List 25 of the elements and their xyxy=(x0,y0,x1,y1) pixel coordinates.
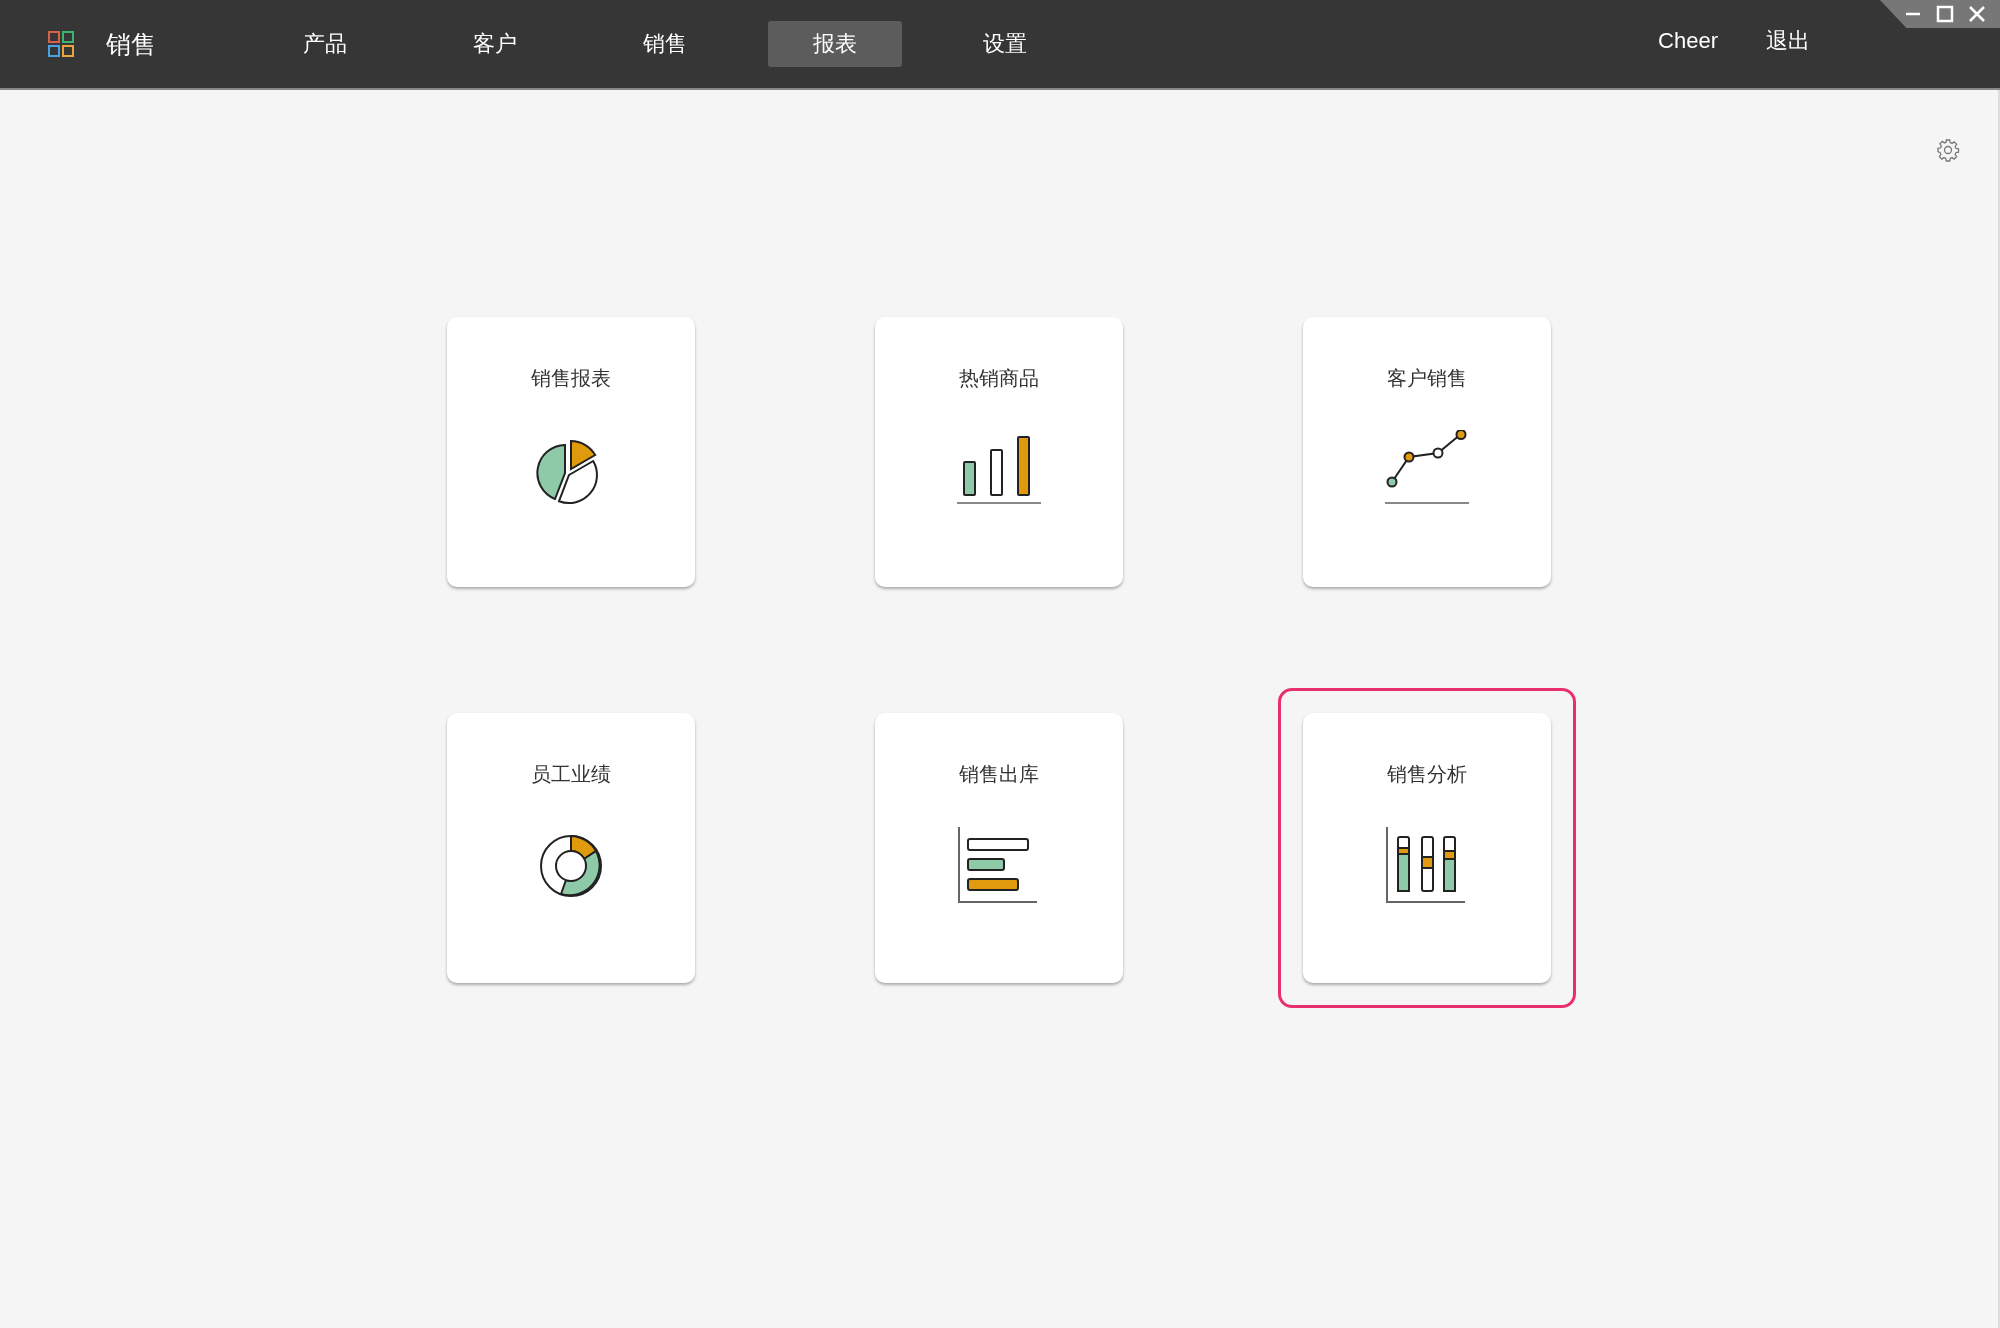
report-card[interactable]: 员工业绩 xyxy=(447,713,695,983)
grid-logo-icon xyxy=(48,31,74,57)
nav-tab[interactable]: 报表 xyxy=(768,21,902,67)
card-title: 销售分析 xyxy=(1387,761,1467,788)
report-card[interactable]: 销售分析 xyxy=(1303,713,1551,983)
close-icon[interactable] xyxy=(1968,5,1986,23)
card-title: 销售出库 xyxy=(959,761,1039,788)
nav-tab[interactable]: 客户 xyxy=(428,21,562,67)
report-card[interactable]: 销售报表 xyxy=(447,317,695,587)
settings-icon[interactable] xyxy=(1936,138,1960,162)
maximize-icon[interactable] xyxy=(1936,5,1954,23)
report-card[interactable]: 销售出库 xyxy=(875,713,1123,983)
report-card[interactable]: 热销商品 xyxy=(875,317,1123,587)
app-title: 销售 xyxy=(106,28,156,61)
card-title: 销售报表 xyxy=(531,365,611,392)
nav-tab[interactable]: 设置 xyxy=(938,21,1072,67)
card-title: 客户销售 xyxy=(1387,365,1467,392)
logout-link[interactable]: 退出 xyxy=(1766,26,1810,56)
card-title: 员工业绩 xyxy=(531,761,611,788)
nav-tab[interactable]: 产品 xyxy=(258,21,392,67)
user-name: Cheer xyxy=(1658,28,1718,54)
card-title: 热销商品 xyxy=(959,365,1039,392)
report-card[interactable]: 客户销售 xyxy=(1303,317,1551,587)
donut-chart-icon xyxy=(538,832,604,899)
nav-tab[interactable]: 销售 xyxy=(598,21,732,67)
